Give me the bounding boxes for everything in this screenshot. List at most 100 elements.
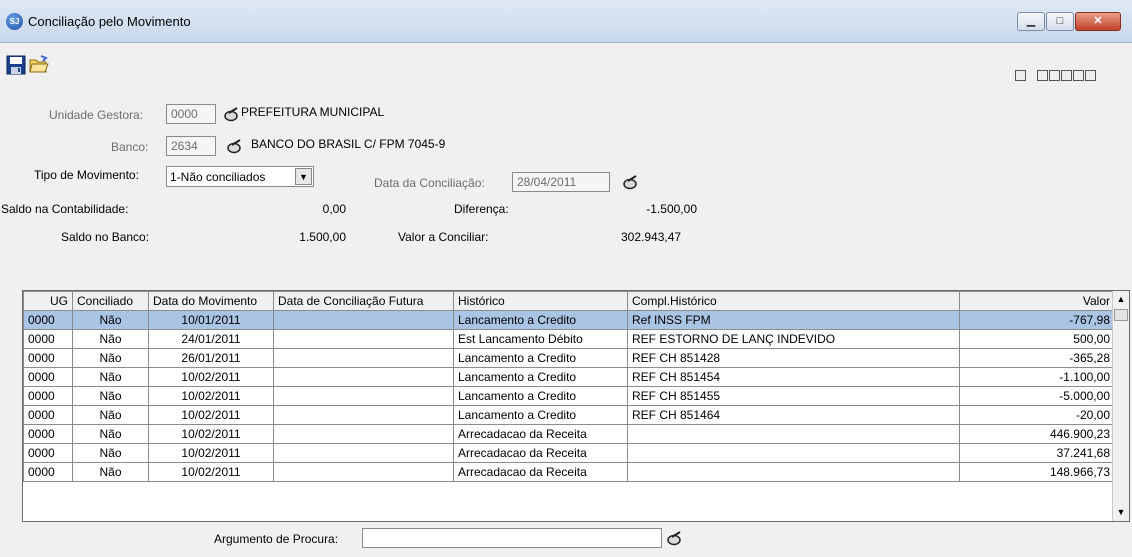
diferenca-value: -1.500,00 (646, 202, 697, 216)
tile-topleft-icon[interactable] (1037, 70, 1048, 81)
tipo-movimento-select[interactable]: 1-Não conciliados ▼ (166, 166, 314, 187)
table-row[interactable]: 0000 Não 26/01/2011 Lancamento a Credito REF… (23, 348, 1115, 368)
table-cell: 10/02/2011 (148, 367, 274, 387)
table-cell: -365,28 (959, 348, 1115, 368)
table-cell: 446.900,23 (959, 424, 1115, 444)
table-cell (273, 329, 454, 349)
close-button[interactable]: ✕ (1075, 12, 1121, 31)
table-cell: 0000 (23, 329, 73, 349)
table-cell: 37.241,68 (959, 443, 1115, 463)
table-cell: Não (72, 367, 149, 387)
table-row[interactable]: 0000 Não 10/02/2011 Arrecadacao da Receita 3… (23, 443, 1115, 463)
grid-vertical-scrollbar[interactable]: ▲ ▼ (1112, 291, 1129, 521)
table-cell: Lancamento a Credito (453, 405, 628, 425)
table-cell: Não (72, 386, 149, 406)
tile-bottomleft-icon[interactable] (1085, 70, 1096, 81)
toolbar (0, 44, 1132, 90)
table-cell: Arrecadacao da Receita (453, 424, 628, 444)
table-row[interactable]: 0000 Não 24/01/2011 Est Lancamento Débito RE… (23, 329, 1115, 349)
column-header-compl-historico[interactable]: Compl.Histórico (627, 291, 960, 311)
search-label: Argumento de Procura: (214, 532, 339, 546)
table-cell: 10/02/2011 (148, 443, 274, 463)
window-title: Conciliação pelo Movimento (28, 14, 191, 29)
table-cell (273, 367, 454, 387)
table-cell (627, 462, 960, 482)
table-cell: Não (72, 443, 149, 463)
table-cell: Não (72, 348, 149, 368)
column-header-data-movimento[interactable]: Data do Movimento (148, 291, 274, 311)
tipo-movimento-label: Tipo de Movimento: (34, 168, 139, 182)
table-cell: Não (72, 405, 149, 425)
table-cell (627, 424, 960, 444)
valor-conciliar-value: 302.943,47 (621, 230, 682, 244)
tile-grid-icon[interactable] (1061, 70, 1072, 81)
search-input[interactable] (362, 528, 662, 548)
table-cell: Arrecadacao da Receita (453, 462, 628, 482)
diferenca-label: Diferença: (454, 202, 509, 216)
banco-lookup-icon[interactable] (226, 138, 244, 154)
table-cell: 0000 (23, 386, 73, 406)
table-cell: Est Lancamento Débito (453, 329, 628, 349)
table-cell: REF ESTORNO DE LANÇ INDEVIDO (627, 329, 960, 349)
folder-open-icon (29, 55, 49, 73)
table-row[interactable]: 0000 Não 10/02/2011 Arrecadacao da Receita 4… (23, 424, 1115, 444)
table-cell: REF CH 851455 (627, 386, 960, 406)
table-row[interactable]: 0000 Não 10/01/2011 Lancamento a Credito Ref… (23, 310, 1115, 330)
table-cell (627, 443, 960, 463)
table-cell: Não (72, 310, 149, 330)
table-cell (273, 424, 454, 444)
table-cell (273, 405, 454, 425)
data-conciliacao-lookup-icon[interactable] (622, 174, 640, 190)
table-row[interactable]: 0000 Não 10/02/2011 Arrecadacao da Receita 1… (23, 462, 1115, 482)
table-cell (273, 348, 454, 368)
minimize-button[interactable]: ▁ (1017, 12, 1045, 31)
table-cell: Lancamento a Credito (453, 386, 628, 406)
saldo-contabilidade-label: Saldo na Contabilidade: (1, 202, 129, 216)
table-cell: 148.966,73 (959, 462, 1115, 482)
table-cell: Lancamento a Credito (453, 310, 628, 330)
scroll-up-arrow-icon[interactable]: ▲ (1113, 291, 1129, 308)
table-cell: 10/02/2011 (148, 424, 274, 444)
table-row[interactable]: 0000 Não 10/02/2011 Lancamento a Credito REF… (23, 405, 1115, 425)
scroll-thumb[interactable] (1114, 309, 1128, 321)
table-cell: Não (72, 424, 149, 444)
table-cell: REF CH 851454 (627, 367, 960, 387)
data-conciliacao-label: Data da Conciliação: (374, 176, 485, 190)
banco-label: Banco: (111, 140, 149, 154)
maximize-button[interactable]: □ (1046, 12, 1074, 31)
save-button[interactable] (5, 54, 27, 76)
scroll-down-arrow-icon[interactable]: ▼ (1113, 504, 1129, 521)
table-cell: -5.000,00 (959, 386, 1115, 406)
saldo-banco-label: Saldo no Banco: (61, 230, 150, 244)
table-cell: 10/01/2011 (148, 310, 274, 330)
chevron-down-icon[interactable]: ▼ (295, 168, 312, 185)
table-cell: 26/01/2011 (148, 348, 274, 368)
column-header-ug[interactable]: UG (23, 291, 73, 311)
table-row[interactable]: 0000 Não 10/02/2011 Lancamento a Credito REF… (23, 386, 1115, 406)
save-disk-icon (6, 55, 26, 75)
data-conciliacao-field[interactable]: 28/04/2011 (512, 172, 610, 192)
unidade-gestora-lookup-icon[interactable] (223, 106, 241, 122)
unidade-gestora-name: PREFEITURA MUNICIPAL (241, 105, 385, 119)
column-header-valor[interactable]: Valor (959, 291, 1115, 311)
banco-code-field[interactable]: 2634 (166, 136, 216, 156)
table-cell: 0000 (23, 367, 73, 387)
unidade-gestora-code-field[interactable]: 0000 (166, 104, 216, 124)
column-header-historico[interactable]: Histórico (453, 291, 628, 311)
column-header-data-conciliacao-futura[interactable]: Data de Conciliação Futura (273, 291, 454, 311)
open-folder-button[interactable] (28, 54, 50, 76)
search-lookup-icon[interactable] (666, 530, 684, 546)
valor-conciliar-label: Valor a Conciliar: (398, 230, 489, 244)
tile-bottomright-icon[interactable] (1049, 70, 1060, 81)
title-bar: SJ Conciliação pelo Movimento ▁ □ ✕ (0, 0, 1132, 43)
tile-topright-icon[interactable] (1073, 70, 1084, 81)
table-cell: Não (72, 329, 149, 349)
table-row[interactable]: 0000 Não 10/02/2011 Lancamento a Credito REF… (23, 367, 1115, 387)
column-header-conciliado[interactable]: Conciliado (72, 291, 149, 311)
table-cell: 0000 (23, 462, 73, 482)
table-cell: 0000 (23, 424, 73, 444)
movements-grid[interactable]: UG Conciliado Data do Movimento Data de … (22, 290, 1130, 522)
calculator-icon[interactable] (1015, 70, 1026, 81)
table-cell: REF CH 851464 (627, 405, 960, 425)
table-cell: Lancamento a Credito (453, 367, 628, 387)
